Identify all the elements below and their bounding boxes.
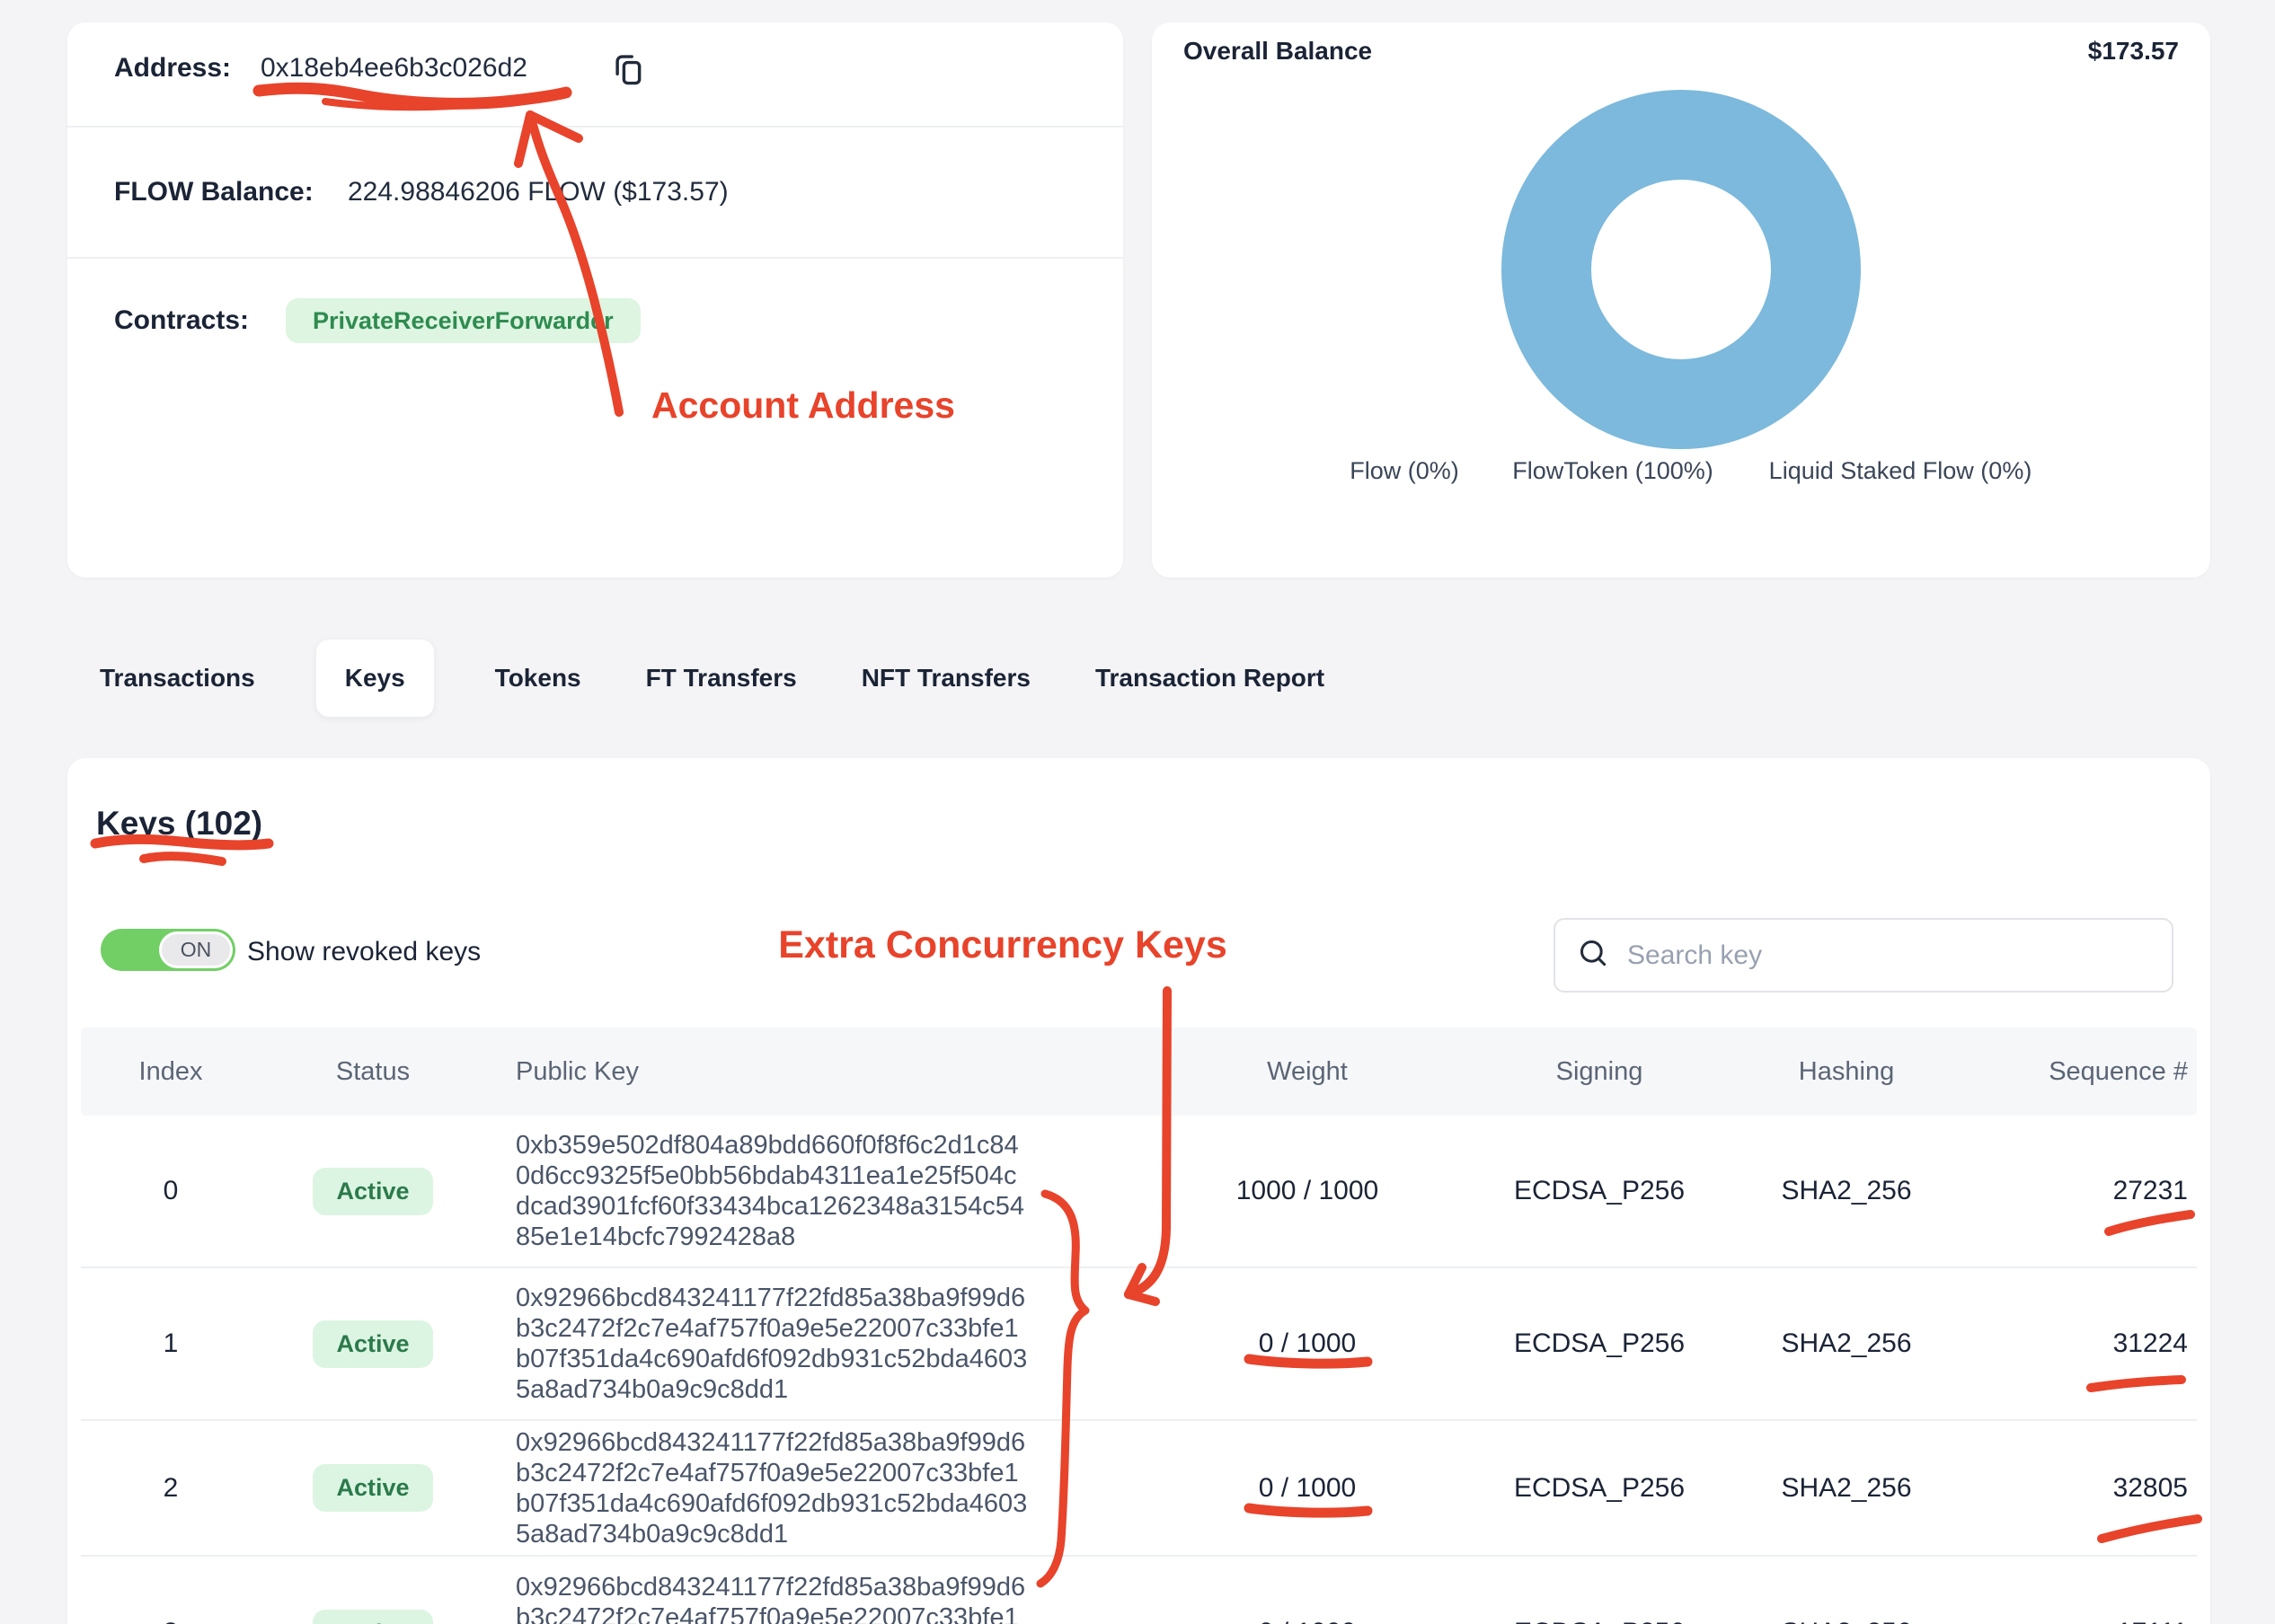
- copy-icon: [607, 80, 649, 93]
- address-value: 0x18eb4ee6b3c026d2: [261, 53, 527, 84]
- header-signing: Signing: [1500, 1057, 1698, 1087]
- key-index: 3: [81, 1618, 261, 1624]
- tab-transactions[interactable]: Transactions: [96, 640, 259, 717]
- search-key-input[interactable]: [1625, 940, 2152, 972]
- key-weight: 0 / 1000: [1114, 1618, 1500, 1624]
- status-badge: Active: [313, 1168, 432, 1215]
- tab-keys[interactable]: Keys: [316, 640, 434, 717]
- header-index: Index: [81, 1057, 261, 1087]
- key-sequence: 17111: [1995, 1618, 2197, 1624]
- legend-liquid-staked-flow: Liquid Staked Flow (0%): [1769, 457, 2032, 485]
- key-index: 1: [81, 1328, 261, 1359]
- show-revoked-keys-toggle[interactable]: ON: [101, 929, 235, 971]
- header-sequence: Sequence #: [1995, 1057, 2197, 1087]
- table-row: 0 Active 0xb359e502df804a89bdd660f0f8f6c…: [81, 1116, 2197, 1268]
- status-badge: Active: [313, 1610, 432, 1624]
- header-status: Status: [261, 1057, 485, 1087]
- public-key: 0x92966bcd843241177f22fd85a38ba9f99d6b3c…: [485, 1427, 1114, 1549]
- tab-tokens[interactable]: Tokens: [491, 640, 585, 717]
- keys-panel: Keys (102) ON Show revoked keys Index St…: [67, 758, 2210, 1624]
- address-label: Address:: [114, 53, 231, 84]
- flow-balance-value: 224.98846206 FLOW ($173.57): [348, 177, 729, 207]
- public-key: 0x92966bcd843241177f22fd85a38ba9f99d6b3c…: [485, 1283, 1114, 1405]
- key-sequence: 32805: [1995, 1473, 2197, 1504]
- key-index: 2: [81, 1473, 261, 1504]
- search-icon: [1575, 935, 1611, 975]
- key-hashing: SHA2_256: [1698, 1473, 1995, 1504]
- copy-address-button[interactable]: [605, 48, 651, 94]
- keys-table-header: Index Status Public Key Weight Signing H…: [81, 1028, 2197, 1116]
- table-row: 1 Active 0x92966bcd843241177f22fd85a38ba…: [81, 1268, 2197, 1421]
- key-index: 0: [81, 1176, 261, 1206]
- account-tabs: Transactions Keys Tokens FT Transfers NF…: [96, 640, 1328, 717]
- balance-donut-chart: [1501, 90, 1861, 449]
- legend-flow: Flow (0%): [1350, 457, 1459, 485]
- key-hashing: SHA2_256: [1698, 1176, 1995, 1206]
- key-hashing: SHA2_256: [1698, 1328, 1995, 1359]
- tab-ft-transfers[interactable]: FT Transfers: [642, 640, 801, 717]
- table-row: 2 Active 0x92966bcd843241177f22fd85a38ba…: [81, 1421, 2197, 1557]
- public-key: 0x92966bcd843241177f22fd85a38ba9f99d6b3c…: [485, 1572, 1114, 1624]
- key-weight: 0 / 1000: [1114, 1328, 1500, 1359]
- tab-transaction-report[interactable]: Transaction Report: [1092, 640, 1328, 717]
- table-row: 3 Active 0x92966bcd843241177f22fd85a38ba…: [81, 1557, 2197, 1624]
- key-weight: 1000 / 1000: [1114, 1176, 1500, 1206]
- divider: [67, 257, 1123, 259]
- account-summary-card: Address: 0x18eb4ee6b3c026d2 FLOW Balance…: [67, 22, 1123, 578]
- contract-badge[interactable]: PrivateReceiverForwarder: [286, 298, 641, 343]
- status-badge: Active: [313, 1464, 432, 1512]
- key-signing: ECDSA_P256: [1500, 1618, 1698, 1624]
- account-page: Address: 0x18eb4ee6b3c026d2 FLOW Balance…: [0, 0, 2275, 1624]
- toggle-knob: ON: [159, 931, 233, 968]
- key-signing: ECDSA_P256: [1500, 1328, 1698, 1359]
- balance-card-title: Overall Balance: [1183, 37, 1372, 66]
- header-public-key: Public Key: [485, 1057, 1114, 1087]
- flow-balance-label: FLOW Balance:: [114, 177, 314, 207]
- divider: [67, 126, 1123, 128]
- keys-count-title: Keys (102): [96, 805, 262, 843]
- tab-nft-transfers[interactable]: NFT Transfers: [858, 640, 1034, 717]
- search-key-box: [1554, 918, 2173, 993]
- public-key: 0xb359e502df804a89bdd660f0f8f6c2d1c840d6…: [485, 1130, 1114, 1252]
- header-weight: Weight: [1114, 1057, 1500, 1087]
- key-signing: ECDSA_P256: [1500, 1176, 1698, 1206]
- key-weight: 0 / 1000: [1114, 1473, 1500, 1504]
- header-hashing: Hashing: [1698, 1057, 1995, 1087]
- key-signing: ECDSA_P256: [1500, 1473, 1698, 1504]
- balance-total: $173.57: [2088, 37, 2179, 66]
- contracts-label: Contracts:: [114, 305, 249, 336]
- overall-balance-card: Overall Balance $173.57 Flow (0%) FlowTo…: [1152, 22, 2210, 578]
- key-sequence: 27231: [1995, 1176, 2197, 1206]
- status-badge: Active: [313, 1320, 432, 1368]
- legend-flowtoken: FlowToken (100%): [1512, 457, 1713, 485]
- key-hashing: SHA2_256: [1698, 1618, 1995, 1624]
- show-revoked-keys-label: Show revoked keys: [247, 937, 481, 967]
- key-sequence: 31224: [1995, 1328, 2197, 1359]
